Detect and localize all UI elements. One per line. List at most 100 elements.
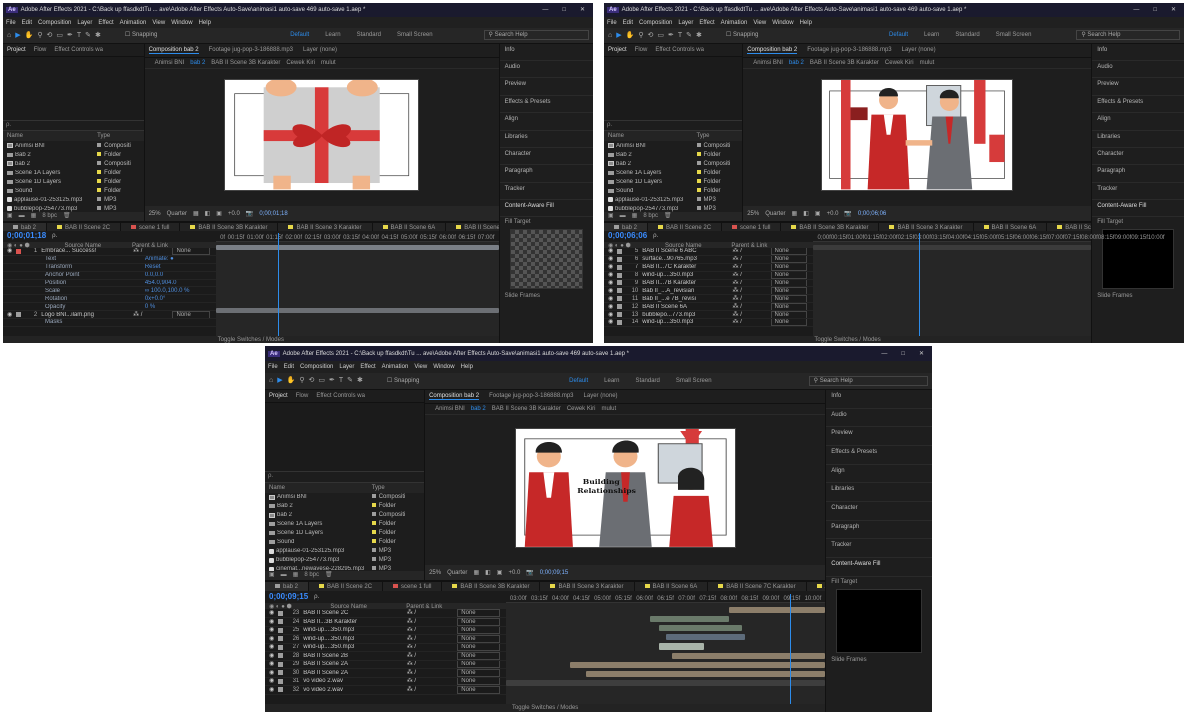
menu-composition[interactable]: Composition <box>639 20 672 26</box>
col-parent-link[interactable]: Parent & Link <box>731 243 767 249</box>
layer-row[interactable]: ◉ 29 BAB II Scene 2A ⁂ / None <box>265 660 506 670</box>
layer-row[interactable]: ◉ 2 Logo BNI...ilam.png ⁂ / None <box>3 311 217 320</box>
col-source-name[interactable]: Source Name <box>64 243 126 249</box>
interpret-footage-icon[interactable]: ▣ <box>269 572 275 578</box>
zoom-select[interactable]: 25% <box>429 570 441 576</box>
layer-switches[interactable]: ⁂ / <box>133 248 142 254</box>
layer-name[interactable]: BAB II Scene 2A <box>303 670 403 676</box>
label-color-swatch[interactable] <box>97 142 102 147</box>
viewer-timecode[interactable]: 0;00;06;06 <box>858 211 886 217</box>
property-value[interactable]: Animate: ● <box>145 256 174 262</box>
layer-label-color[interactable] <box>617 264 623 270</box>
zoom-tool-icon[interactable]: ⚲ <box>37 32 42 39</box>
project-item[interactable]: Scene 1A Layers Folder <box>3 168 144 177</box>
panel-preview[interactable]: Preview <box>826 427 932 446</box>
crumb-animsi-bni[interactable]: Animsi BNI <box>435 406 465 412</box>
layer-name[interactable]: vo video 2.wav <box>303 687 403 693</box>
layer-switches[interactable]: ⁂ / <box>407 627 416 633</box>
tab-composition[interactable]: Composition bab 2 <box>747 47 798 54</box>
zoom-select[interactable]: 25% <box>149 211 161 217</box>
panel-libraries[interactable]: Libraries <box>499 131 593 148</box>
viewer-canvas[interactable]: Building Relationships <box>441 416 810 560</box>
property-value[interactable]: 0.0,0.0 <box>145 272 163 278</box>
close-button[interactable]: ✕ <box>919 351 924 357</box>
label-color-swatch[interactable] <box>371 557 376 562</box>
layer-row[interactable]: ◉ 1 Embrace... Success! ⁂ / None <box>3 247 217 256</box>
layer-label-color[interactable] <box>278 644 284 650</box>
zoom-tool-icon[interactable]: ⚲ <box>299 377 304 384</box>
mask-icon[interactable]: ◧ <box>485 570 491 576</box>
menu-view[interactable]: View <box>152 20 165 26</box>
home-icon[interactable]: ⌂ <box>608 32 612 39</box>
window-controls[interactable]: — □ ✕ <box>542 7 593 13</box>
panel-paragraph[interactable]: Paragraph <box>826 521 932 540</box>
layer-row[interactable]: ◉ 10 Bab II_...A_revisian ⁂ / None <box>604 287 814 296</box>
menu-animation[interactable]: Animation <box>721 20 748 26</box>
panel-paragraph[interactable]: Paragraph <box>499 165 593 183</box>
timeline-tab[interactable]: BAB II Scene 3 Karakter <box>278 222 373 232</box>
layer-switches[interactable]: ⁂ / <box>407 661 416 667</box>
label-color-swatch[interactable] <box>371 494 376 499</box>
layer-switches[interactable]: ⁂ / <box>407 678 416 684</box>
menu-window[interactable]: Window <box>171 20 192 26</box>
property-value[interactable]: 0 % <box>145 304 155 310</box>
property-name[interactable]: Position <box>45 280 133 286</box>
layer-name[interactable]: surface...90765.mp3 <box>642 256 728 262</box>
tab-layer[interactable]: Layer (none) <box>902 47 936 54</box>
panel-content-aware-fill[interactable]: Content-Aware Fill <box>826 558 932 577</box>
timeline-search-icon[interactable]: ρ. <box>314 594 319 600</box>
crumb-animsi-bni[interactable]: Animsi BNI <box>753 60 783 66</box>
visibility-eye-icon[interactable]: ◉ <box>269 678 274 684</box>
property-row[interactable]: Masks <box>3 319 217 327</box>
crumb-bab2[interactable]: bab 2 <box>471 406 486 412</box>
viewer-timecode[interactable]: 0;00;01;18 <box>259 211 287 217</box>
parent-select[interactable]: None <box>457 660 500 669</box>
col-type[interactable]: Type <box>97 133 110 139</box>
time-ruler[interactable]: 0f 00:15f 01:00f 01:15f 02:00f 02:15f 03:00f 03… <box>216 231 499 242</box>
panel-effects-presets[interactable]: Effects & Presets <box>826 446 932 465</box>
panel-audio[interactable]: Audio <box>499 61 593 79</box>
puppet-tool-icon[interactable]: ✱ <box>696 32 702 39</box>
layer-row[interactable]: ◉ 6 surface...90765.mp3 ⁂ / None <box>604 255 814 264</box>
menu-file[interactable]: File <box>268 364 278 370</box>
panel-align[interactable]: Align <box>826 465 932 484</box>
property-row[interactable]: Rotation 0x+0.0° <box>3 295 217 304</box>
menu-view[interactable]: View <box>753 20 766 26</box>
menu-layer[interactable]: Layer <box>678 20 693 26</box>
layer-label-color[interactable] <box>617 296 623 302</box>
visibility-eye-icon[interactable]: ◉ <box>608 256 613 262</box>
mask-icon[interactable]: ◧ <box>205 211 211 217</box>
visibility-eye-icon[interactable]: ◉ <box>608 319 613 325</box>
project-item[interactable]: Sound Folder <box>265 538 424 547</box>
panel-preview[interactable]: Preview <box>1092 78 1184 96</box>
minimize-button[interactable]: — <box>542 7 548 13</box>
parent-select[interactable]: None <box>172 247 211 255</box>
visibility-eye-icon[interactable]: ◉ <box>269 687 274 693</box>
layer-name[interactable]: Embrace... Success! <box>41 248 129 254</box>
project-item[interactable]: bab 2 Compositi <box>265 511 424 520</box>
label-color-swatch[interactable] <box>371 503 376 508</box>
grid-icon[interactable]: ▦ <box>473 570 479 576</box>
layer-switches[interactable]: ⁂ / <box>733 319 742 325</box>
panel-tracker[interactable]: Tracker <box>826 539 932 558</box>
panel-info[interactable]: Info <box>499 44 593 62</box>
layer-label-color[interactable] <box>278 627 284 633</box>
crumb-cewek-kiri[interactable]: Cewek Kiri <box>567 406 596 412</box>
crumb-mulut[interactable]: mulut <box>920 60 935 66</box>
crumb-cewek-kiri[interactable]: Cewek Kiri <box>286 60 315 66</box>
tab-layer[interactable]: Layer (none) <box>584 393 618 400</box>
window-controls[interactable]: — □ ✕ <box>881 351 932 357</box>
parent-select[interactable]: None <box>770 303 808 311</box>
timeline-tab[interactable]: BAB II Scene 2C <box>47 222 122 232</box>
window-controls[interactable]: — □ ✕ <box>1133 7 1184 13</box>
workspace-learn[interactable]: Learn <box>325 32 340 38</box>
current-time-display[interactable]: 0;00;06;06 <box>608 232 647 240</box>
layer-switches[interactable]: ⁂ / <box>407 610 416 616</box>
viewer-canvas[interactable] <box>158 68 485 202</box>
crumb-animsi-bni[interactable]: Animsi BNI <box>155 60 185 66</box>
layer-row[interactable]: ◉ 7 BAB II...7C Karakter ⁂ / None <box>604 263 814 272</box>
parent-select[interactable]: None <box>457 652 500 660</box>
current-time-display[interactable]: 0;00;01;18 <box>7 232 46 240</box>
tab-effect-controls[interactable]: Effect Controls wa <box>316 393 365 399</box>
project-item[interactable]: Sound Folder <box>3 186 144 195</box>
